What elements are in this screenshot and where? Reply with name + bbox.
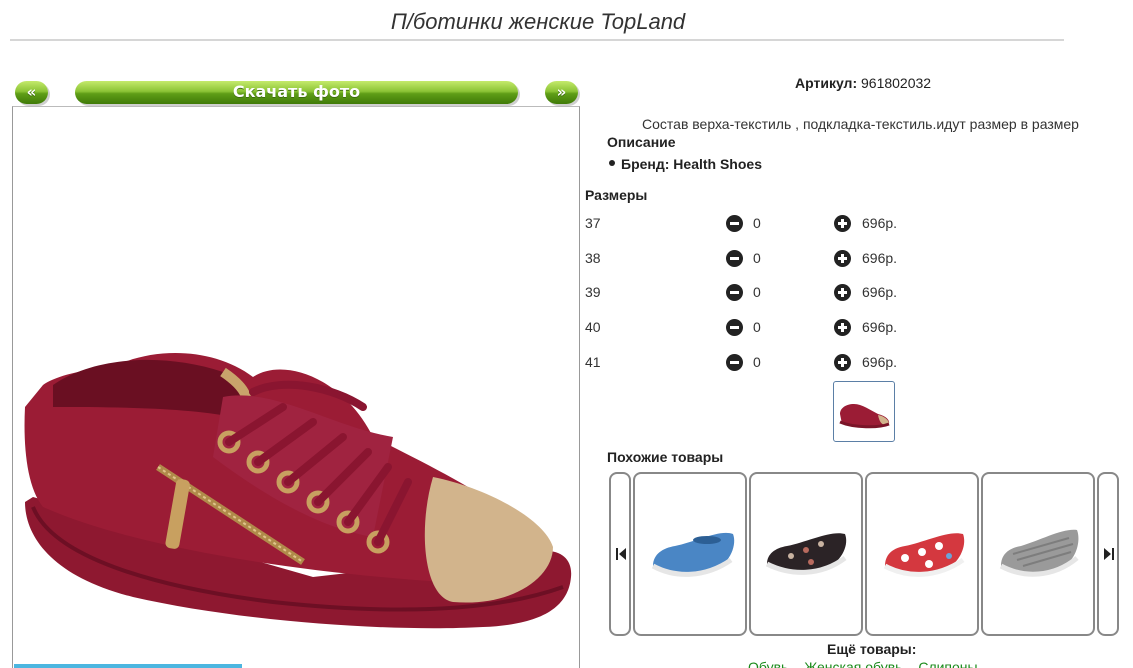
minus-icon[interactable]: [726, 354, 743, 371]
size-price: 696р.: [862, 215, 898, 231]
link-separator: ,: [794, 659, 799, 668]
link-slip-ons[interactable]: Слипоны: [918, 659, 977, 668]
product-photo: [12, 106, 580, 668]
size-price: 696р.: [862, 284, 898, 300]
size-value: 39: [585, 284, 601, 300]
article-label: Артикул:: [795, 75, 858, 91]
grey-slip-on-shoe-icon: [999, 529, 1079, 577]
sizes-heading: Размеры: [585, 187, 648, 203]
carousel-prev-button[interactable]: [609, 472, 631, 636]
plus-icon[interactable]: [834, 354, 851, 371]
description-heading: Описание: [607, 134, 676, 150]
prev-photo-button[interactable]: «: [15, 81, 48, 104]
size-quantity: 0: [753, 215, 761, 231]
size-quantity: 0: [753, 250, 761, 266]
similar-product-card[interactable]: [633, 472, 747, 636]
more-products-heading: Ещё товары:: [827, 641, 917, 657]
size-quantity: 0: [753, 284, 761, 300]
link-shoes[interactable]: Обувь: [748, 659, 788, 668]
brand-text: Бренд: Health Shoes: [621, 156, 762, 172]
size-price: 696р.: [862, 250, 898, 266]
link-separator: ,: [908, 659, 913, 668]
article-value: 961802032: [861, 75, 932, 91]
next-photo-button[interactable]: »: [545, 81, 578, 104]
size-quantity: 0: [753, 319, 761, 335]
article-number: Артикул: 961802032: [795, 75, 931, 91]
black-floral-slip-on-shoe-icon: [765, 533, 847, 575]
product-composition: Состав верха-текстиль , подкладка-тексти…: [642, 116, 1079, 132]
minus-icon[interactable]: [726, 250, 743, 267]
size-value: 40: [585, 319, 601, 335]
size-row: 39 0 696р.: [585, 282, 915, 302]
plus-icon[interactable]: [834, 250, 851, 267]
plus-icon[interactable]: [834, 319, 851, 336]
plus-icon[interactable]: [834, 215, 851, 232]
similar-products-heading: Похожие товары: [607, 449, 724, 465]
blue-slip-on-shoe-icon: [651, 532, 735, 577]
photo-scroll-bar[interactable]: [14, 664, 242, 668]
skip-back-icon: [616, 548, 626, 560]
carousel-next-button[interactable]: [1097, 472, 1119, 636]
size-value: 38: [585, 250, 601, 266]
size-value: 37: [585, 215, 601, 231]
minus-icon[interactable]: [726, 284, 743, 301]
size-row: 40 0 696р.: [585, 317, 915, 337]
plus-icon[interactable]: [834, 284, 851, 301]
bullet-icon: [609, 160, 615, 167]
size-value: 41: [585, 354, 601, 370]
link-womens-shoes[interactable]: Женская обувь: [804, 659, 902, 668]
burgundy-sneaker-image: [24, 353, 572, 629]
download-photo-button[interactable]: Скачать фото: [75, 81, 518, 104]
sneaker-thumbnail-icon: [839, 404, 890, 429]
red-floral-slip-on-shoe-icon: [883, 533, 965, 577]
similar-product-card[interactable]: [981, 472, 1095, 636]
title-divider: [10, 39, 1064, 41]
size-price: 696р.: [862, 319, 898, 335]
photo-thumbnail[interactable]: [833, 381, 895, 442]
minus-icon[interactable]: [726, 319, 743, 336]
similar-product-card[interactable]: [865, 472, 979, 636]
brand-item: Бренд: Health Shoes: [609, 156, 762, 172]
similar-product-card[interactable]: [749, 472, 863, 636]
skip-forward-icon: [1104, 548, 1114, 560]
page-title: П/ботинки женские TopLand: [390, 9, 686, 34]
minus-icon[interactable]: [726, 215, 743, 232]
size-row: 38 0 696р.: [585, 248, 915, 268]
more-products-links: Обувь, Женская обувь, Слипоны: [748, 659, 978, 668]
size-row: 41 0 696р.: [585, 352, 915, 372]
size-row: 37 0 696р.: [585, 213, 915, 233]
size-price: 696р.: [862, 354, 898, 370]
size-quantity: 0: [753, 354, 761, 370]
